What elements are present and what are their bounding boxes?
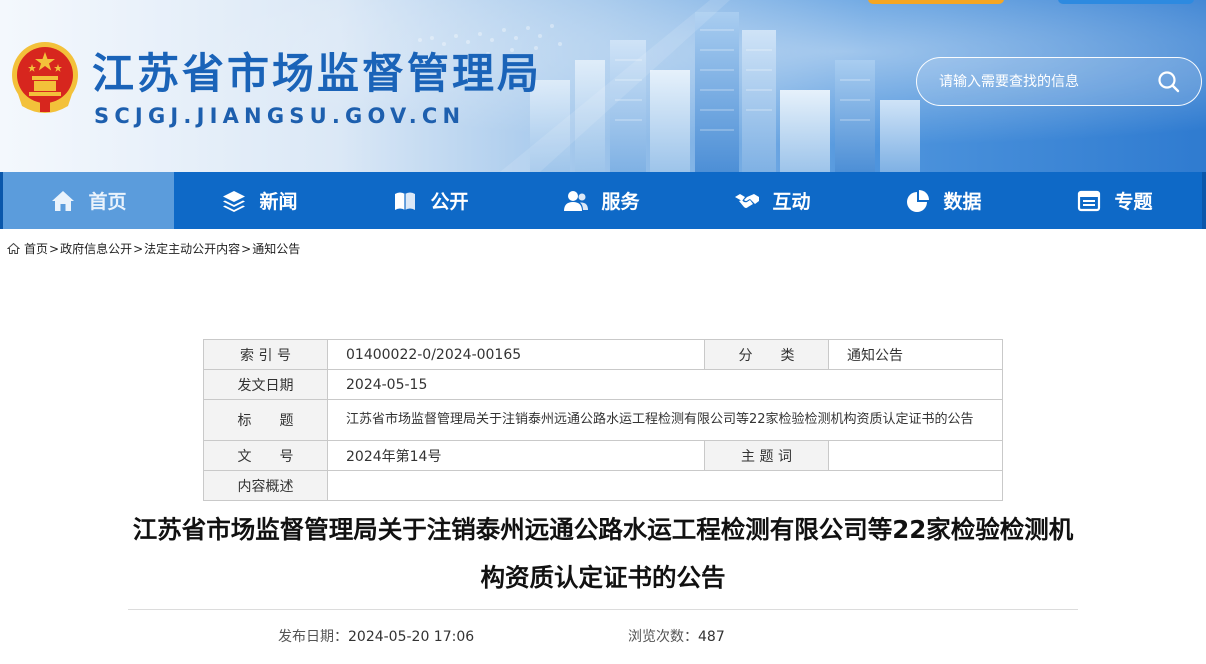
open-book-icon [395, 192, 416, 210]
national-emblem-icon [12, 42, 78, 113]
breadcrumb-notices[interactable]: 通知公告 [252, 240, 300, 257]
breadcrumb-gov-info[interactable]: 政府信息公开 [60, 240, 132, 257]
date-value: 2024-05-15 [327, 369, 1003, 400]
keywords-label: 主 题 词 [704, 440, 829, 471]
site-title: 江苏省市场监督管理局 [92, 49, 543, 98]
nav-item-label: 新闻 [259, 191, 298, 213]
breadcrumb-home[interactable]: 首页 [24, 240, 48, 257]
nav-item-label: 数据 [943, 191, 982, 213]
nav-item-label: 公开 [430, 191, 469, 213]
keywords-value [828, 440, 1003, 471]
table-row: 索 引 号 01400022-0/2024-00165 分 类 通知公告 [203, 339, 1003, 370]
breadcrumb-separator: > [241, 241, 252, 256]
user-group-icon [564, 190, 589, 211]
home-icon [52, 190, 75, 211]
title-label: 标 题 [203, 399, 328, 441]
docno-label: 文 号 [203, 440, 328, 471]
layers-icon [223, 190, 246, 212]
summary-value [327, 470, 1003, 501]
views-count: 487 [698, 629, 725, 645]
breadcrumb-separator: > [49, 241, 60, 256]
date-label: 发文日期 [203, 369, 328, 400]
title-divider [128, 609, 1078, 610]
nav-item-service[interactable]: 服务 [516, 172, 687, 229]
table-row: 标 题 江苏省市场监督管理局关于注销泰州远通公路水运工程检测有限公司等22家检验… [203, 399, 1003, 441]
nav-item-open[interactable]: 公开 [345, 172, 516, 229]
breadcrumb-legal-content[interactable]: 法定主动公开内容 [144, 240, 240, 257]
table-row: 文 号 2024年第14号 主 题 词 [203, 440, 1003, 471]
home-icon [7, 242, 20, 254]
nav-item-label: 首页 [88, 191, 127, 213]
docno-value: 2024年第14号 [327, 440, 705, 471]
nav-item-home[interactable]: 首页 [3, 172, 174, 229]
nav-item-label: 服务 [601, 191, 640, 213]
category-value: 通知公告 [828, 339, 1003, 370]
search-icon[interactable] [1155, 68, 1183, 96]
document-meta-table: 索 引 号 01400022-0/2024-00165 分 类 通知公告 发文日… [203, 339, 1003, 501]
header-banner: 江苏省市场监督管理局 SCJGJ.JIANGSU.GOV.CN [0, 0, 1206, 172]
search-box [916, 57, 1202, 106]
handshake-icon [735, 193, 760, 208]
topic-window-icon [1078, 190, 1101, 211]
article-title: 江苏省市场监督管理局关于注销泰州远通公路水运工程检测有限公司等22家检验检测机构… [132, 515, 1074, 592]
main-nav: 首页 新闻 公开 服务 互动 数据 专题 [0, 172, 1206, 229]
pie-chart-icon [907, 189, 930, 212]
nav-item-label: 互动 [772, 191, 811, 213]
category-label: 分 类 [704, 339, 829, 370]
nav-item-topic[interactable]: 专题 [1029, 172, 1200, 229]
site-domain: SCJGJ.JIANGSU.GOV.CN [94, 104, 466, 128]
publish-label: 发布日期： [278, 629, 348, 645]
nav-item-interact[interactable]: 互动 [687, 172, 858, 229]
title-value: 江苏省市场监督管理局关于注销泰州远通公路水运工程检测有限公司等22家检验检测机构… [327, 399, 1003, 441]
views-info: 浏览次数：487 [628, 626, 725, 646]
views-label: 浏览次数： [628, 629, 698, 645]
top-orange-pill [868, 0, 1004, 4]
nav-item-news[interactable]: 新闻 [174, 172, 345, 229]
breadcrumb: 首页 > 政府信息公开 > 法定主动公开内容 > 通知公告 [7, 240, 300, 257]
search-input[interactable] [939, 70, 1149, 94]
index-value: 01400022-0/2024-00165 [327, 339, 705, 370]
index-label: 索 引 号 [203, 339, 328, 370]
nav-item-label: 专题 [1114, 191, 1153, 213]
table-row: 发文日期 2024-05-15 [203, 369, 1003, 400]
table-row: 内容概述 [203, 470, 1003, 501]
publish-date: 2024-05-20 17:06 [348, 629, 475, 645]
top-blue-pill [1058, 0, 1194, 4]
publish-info: 发布日期：2024-05-20 17:06 [278, 626, 474, 646]
summary-label: 内容概述 [203, 470, 328, 501]
nav-item-data[interactable]: 数据 [858, 172, 1029, 229]
breadcrumb-separator: > [133, 241, 144, 256]
